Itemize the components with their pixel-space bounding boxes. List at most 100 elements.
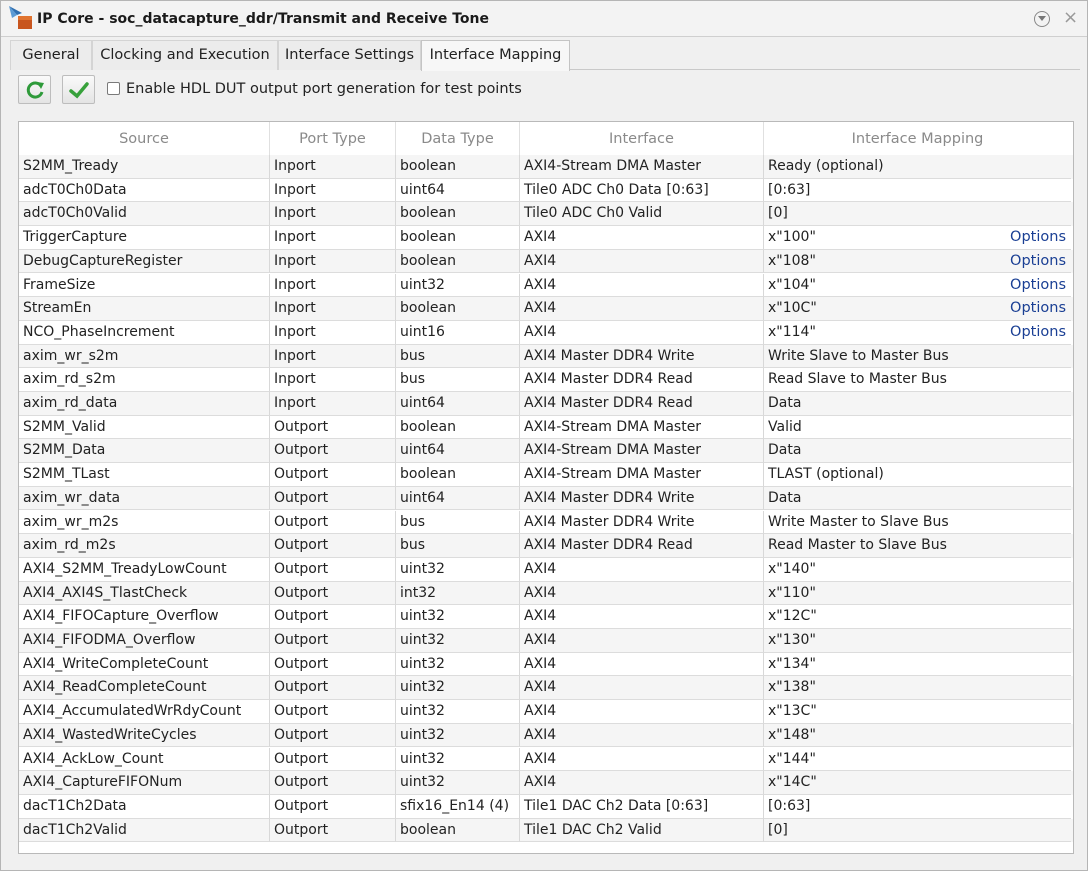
interface-cell[interactable]: AXI4 [520,249,764,274]
table-row[interactable]: AXI4_S2MM_TreadyLowCount Outport uint32 AXI… [19,557,1073,582]
table-row[interactable]: S2MM_Data Outport uint64 AXI4-Stream DMA Ma… [19,439,1073,464]
interface-mapping-cell[interactable]: Data [764,439,1071,464]
interface-mapping-cell[interactable]: x"110" [764,582,1071,606]
interface-mapping-cell[interactable]: x"140" [764,558,1071,582]
tab-clocking-and-execution[interactable]: Clocking and Execution [92,40,278,70]
interface-mapping-cell[interactable]: Read Slave to Master Bus [764,368,1071,392]
table-row[interactable]: axim_wr_m2s Outport bus AXI4 Master DDR4 Wr… [19,510,1073,535]
interface-cell[interactable]: AXI4 [520,771,764,795]
interface-cell[interactable]: AXI4-Stream DMA Master [520,415,764,440]
options-link[interactable]: Options [1010,300,1066,316]
column-header-data-type[interactable]: Data Type [396,122,520,155]
interface-mapping-cell[interactable]: [0:63] [764,795,1071,819]
interface-mapping-cell[interactable]: x"144" [764,748,1071,772]
interface-mapping-cell[interactable]: x"13C" [764,700,1071,724]
table-row[interactable]: S2MM_Valid Outport boolean AXI4-Stream DMA … [19,415,1073,440]
column-header-interface-mapping[interactable]: Interface Mapping [764,122,1071,155]
interface-mapping-cell[interactable]: x"148" [764,724,1071,748]
interface-mapping-cell[interactable]: [0:63] [764,179,1071,203]
interface-mapping-cell[interactable]: x"14C" [764,771,1071,795]
interface-cell[interactable]: AXI4 Master DDR4 Read [520,534,764,558]
table-row[interactable]: StreamEn Inport boolean AXI4 x"10C" Options [19,297,1073,321]
hdl-dut-output-checkbox[interactable] [107,82,120,95]
interface-cell[interactable]: AXI4-Stream DMA Master [520,463,764,487]
table-row[interactable]: AXI4_WastedWriteCycles Outport uint32 AXI4 x… [19,723,1073,748]
table-row[interactable]: axim_wr_s2m Inport bus AXI4 Master DDR4 Wri… [19,344,1073,369]
interface-cell[interactable]: AXI4 [520,723,764,748]
interface-cell[interactable]: AXI4 [520,297,764,321]
interface-mapping-cell[interactable]: TLAST (optional) [764,463,1071,487]
interface-mapping-cell[interactable]: [0] [764,202,1071,227]
options-link[interactable]: Options [1010,324,1066,340]
table-row[interactable]: TriggerCapture Inport boolean AXI4 x"100" Opt… [19,226,1073,250]
interface-cell[interactable]: Tile1 DAC Ch2 Valid [520,818,764,843]
interface-cell[interactable]: AXI4 Master DDR4 Read [520,392,764,416]
table-row[interactable]: AXI4_FIFOCapture_Overflow Outport uint32 AX… [19,605,1073,629]
interface-cell[interactable]: AXI4 Master DDR4 Write [520,344,764,369]
table-row[interactable]: dacT1Ch2Valid Outport boolean Tile1 DAC Ch2… [19,818,1073,843]
interface-mapping-cell[interactable]: [0] [764,819,1071,843]
close-icon[interactable]: × [1063,7,1078,28]
apply-button[interactable] [62,75,95,104]
interface-cell[interactable]: Tile1 DAC Ch2 Data [0:63] [520,794,764,819]
table-row[interactable]: adcT0Ch0Valid Inport boolean Tile0 ADC Ch0 … [19,202,1073,227]
interface-cell[interactable]: AXI4 Master DDR4 Read [520,368,764,392]
column-header-interface[interactable]: Interface [520,122,764,155]
interface-cell[interactable]: AXI4 [520,605,764,629]
interface-cell[interactable]: AXI4 Master DDR4 Write [520,486,764,511]
table-row[interactable]: DebugCaptureRegister Inport boolean AXI4 x"1… [19,249,1073,274]
interface-cell[interactable]: AXI4 [520,226,764,250]
interface-mapping-cell[interactable]: Data [764,392,1071,416]
tab-general[interactable]: General [10,40,92,70]
interface-cell[interactable]: AXI4-Stream DMA Master [520,155,764,179]
column-header-source[interactable]: Source [19,122,270,155]
table-row[interactable]: adcT0Ch0Data Inport uint64 Tile0 ADC Ch0 Da… [19,178,1073,203]
table-row[interactable]: AXI4_ReadCompleteCount Outport uint32 AXI4 x… [19,676,1073,701]
interface-cell[interactable]: AXI4 [520,557,764,582]
tab-interface-mapping[interactable]: Interface Mapping [421,40,570,71]
table-row[interactable]: S2MM_Tready Inport boolean AXI4-Stream DMA … [19,155,1073,179]
interface-cell[interactable]: AXI4 [520,629,764,653]
table-row[interactable]: FrameSize Inport uint32 AXI4 x"104" Options [19,273,1073,298]
table-row[interactable]: AXI4_AccumulatedWrRdyCount Outport uint32 A… [19,700,1073,724]
interface-mapping-cell[interactable]: Ready (optional) [764,155,1071,179]
table-row[interactable]: AXI4_WriteCompleteCount Outport uint32 AXI4… [19,652,1073,677]
table-row[interactable]: S2MM_TLast Outport boolean AXI4-Stream DMA … [19,463,1073,487]
table-row[interactable]: AXI4_AXI4S_TlastCheck Outport int32 AXI4 x"1… [19,581,1073,606]
interface-cell[interactable]: AXI4 [520,581,764,606]
interface-mapping-cell[interactable]: x"138" [764,676,1071,701]
interface-cell[interactable]: AXI4-Stream DMA Master [520,439,764,464]
tab-interface-settings[interactable]: Interface Settings [278,40,421,70]
interface-cell[interactable]: AXI4 [520,652,764,677]
interface-mapping-cell[interactable]: x"134" [764,653,1071,677]
table-row[interactable]: dacT1Ch2Data Outport sfix16_En14 (4) Tile1 … [19,794,1073,819]
table-row[interactable]: axim_wr_data Outport uint64 AXI4 Master DDR… [19,486,1073,511]
interface-cell[interactable]: Tile0 ADC Ch0 Data [0:63] [520,178,764,203]
table-row[interactable]: axim_rd_data Inport uint64 AXI4 Master DDR4… [19,392,1073,416]
interface-mapping-cell[interactable]: x"130" [764,629,1071,653]
interface-cell[interactable]: AXI4 Master DDR4 Write [520,510,764,535]
options-link[interactable]: Options [1010,253,1066,269]
interface-cell[interactable]: AXI4 [520,676,764,701]
table-row[interactable]: axim_rd_s2m Inport bus AXI4 Master DDR4 Rea… [19,368,1073,392]
table-row[interactable]: AXI4_AckLow_Count Outport uint32 AXI4 x"144" [19,747,1073,772]
table-row[interactable]: NCO_PhaseIncrement Inport uint16 AXI4 x"114"… [19,320,1073,345]
interface-mapping-cell[interactable]: Read Master to Slave Bus [764,534,1071,558]
interface-mapping-cell[interactable]: Write Master to Slave Bus [764,511,1071,535]
table-row[interactable]: AXI4_FIFODMA_Overflow Outport uint32 AXI4 x"… [19,629,1073,653]
interface-cell[interactable]: AXI4 [520,320,764,345]
refresh-button[interactable] [18,75,51,104]
interface-mapping-cell[interactable]: x"12C" [764,605,1071,629]
interface-mapping-cell[interactable]: Write Slave to Master Bus [764,345,1071,369]
interface-cell[interactable]: AXI4 [520,700,764,724]
interface-cell[interactable]: AXI4 [520,747,764,772]
column-header-port-type[interactable]: Port Type [270,122,396,155]
options-link[interactable]: Options [1010,277,1066,293]
collapse-menu-icon[interactable] [1034,11,1050,27]
interface-cell[interactable]: Tile0 ADC Ch0 Valid [520,202,764,227]
interface-cell[interactable]: AXI4 [520,273,764,298]
table-row[interactable]: AXI4_CaptureFIFONum Outport uint32 AXI4 x"14… [19,771,1073,795]
interface-mapping-cell[interactable]: Data [764,487,1071,511]
options-link[interactable]: Options [1010,229,1066,245]
table-row[interactable]: axim_rd_m2s Outport bus AXI4 Master DDR4 Re… [19,534,1073,558]
